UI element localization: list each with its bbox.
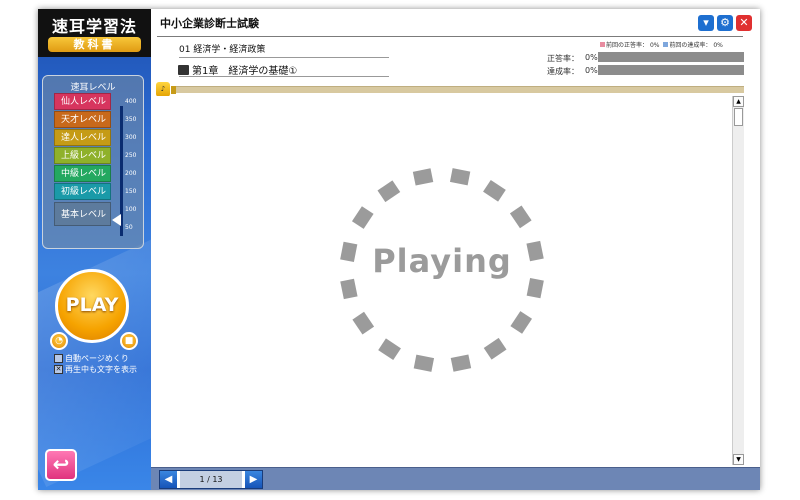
scale-tick: 250 bbox=[125, 152, 137, 159]
spinner-segment bbox=[526, 277, 544, 299]
playing-indicator: Playing bbox=[334, 162, 550, 378]
scale-tick: 350 bbox=[125, 116, 137, 123]
level-item-tensai[interactable]: 天才レベル bbox=[54, 111, 111, 128]
level-item-shokyuu[interactable]: 初級レベル bbox=[54, 183, 111, 200]
settings-button[interactable]: ⚙ bbox=[717, 15, 733, 31]
book-icon bbox=[178, 65, 189, 75]
level-item-joukyuu[interactable]: 上級レベル bbox=[54, 147, 111, 164]
arrow-left-icon: ◀ bbox=[164, 474, 173, 485]
playing-status: Playing bbox=[372, 242, 512, 280]
level-item-kihon[interactable]: 基本レベル bbox=[54, 202, 111, 226]
legend-prev-achieve-value: 0% bbox=[713, 42, 723, 49]
auto-page-checkbox[interactable]: 自動ページめくり bbox=[54, 353, 129, 364]
rewind-icon: ◔ bbox=[55, 336, 63, 346]
stop-button[interactable]: ■ bbox=[120, 332, 138, 350]
progress-knob[interactable] bbox=[171, 86, 176, 94]
scroll-thumb[interactable] bbox=[734, 108, 743, 126]
page-indicator: 1 / 13 bbox=[180, 471, 242, 488]
legend-swatch-achieve bbox=[663, 42, 669, 47]
scale-tick: 300 bbox=[125, 134, 137, 141]
prev-page-button[interactable]: ◀ bbox=[160, 471, 177, 488]
achieve-rate-value: 0% bbox=[585, 66, 598, 75]
level-item-sennin[interactable]: 仙人レベル bbox=[54, 93, 111, 110]
app-window: 速耳学習法 教科書 速耳レベル 仙人レベル 天才レベル 達人レベル 上級レベル … bbox=[38, 9, 760, 490]
checkbox-box-checked[interactable]: ✕ bbox=[54, 365, 63, 374]
legend-prev-correct: 前回の正答率： bbox=[606, 42, 649, 49]
logo-subtitle: 教科書 bbox=[48, 37, 141, 52]
spinner-segment bbox=[412, 168, 434, 186]
gear-icon: ⚙ bbox=[720, 16, 730, 29]
close-icon: ✕ bbox=[739, 16, 749, 29]
legend-swatch-correct bbox=[600, 42, 605, 47]
correct-rate-label: 正答率： bbox=[547, 54, 579, 63]
info-button[interactable]: ▾ bbox=[698, 15, 714, 31]
close-button[interactable]: ✕ bbox=[736, 15, 752, 31]
level-panel-title: 速耳レベル bbox=[70, 83, 116, 93]
legend-prev-correct-value: 0% bbox=[649, 42, 660, 49]
return-arrow-icon: ↩ bbox=[52, 452, 70, 476]
checkbox-box[interactable] bbox=[54, 354, 63, 363]
playback-progress[interactable] bbox=[171, 86, 744, 94]
spinner-segment bbox=[509, 205, 532, 229]
show-text-label: 再生中も文字を表示 bbox=[65, 365, 137, 374]
correct-rate-bar bbox=[598, 52, 744, 62]
spinner-segment bbox=[449, 168, 471, 186]
download-icon: ▾ bbox=[703, 16, 709, 29]
vertical-scrollbar[interactable]: ▲ ▼ bbox=[732, 96, 744, 465]
spinner-segment bbox=[483, 337, 507, 360]
subject-underline bbox=[179, 57, 389, 58]
scroll-up-button[interactable]: ▲ bbox=[733, 96, 744, 107]
achieve-rate-label: 達成率： bbox=[547, 67, 579, 76]
spinner-segment bbox=[378, 338, 401, 361]
sidebar: 速耳学習法 教科書 速耳レベル 仙人レベル 天才レベル 達人レベル 上級レベル … bbox=[38, 9, 151, 490]
audio-icon[interactable]: ♪ bbox=[156, 82, 170, 97]
legend-prev-achieve: 前回の達成率： bbox=[669, 42, 712, 49]
level-item-tatsujin[interactable]: 達人レベル bbox=[54, 129, 111, 146]
achieve-rate-bar bbox=[598, 65, 744, 75]
stop-icon: ■ bbox=[124, 336, 134, 346]
header-divider bbox=[157, 36, 743, 37]
back-button[interactable]: ↩ bbox=[45, 449, 77, 481]
app-logo: 速耳学習法 教科書 bbox=[38, 9, 151, 57]
level-pointer[interactable] bbox=[112, 214, 121, 226]
chapter-underline bbox=[179, 76, 389, 77]
rewind-button[interactable]: ◔ bbox=[50, 332, 68, 350]
page-navigator: ◀ 1 / 13 ▶ bbox=[159, 470, 263, 489]
exam-title: 中小企業診断士試験 bbox=[160, 17, 259, 30]
spinner-segment bbox=[377, 180, 401, 203]
spinner-segment bbox=[413, 354, 435, 372]
subject-title: 01 経済学・経済政策 bbox=[179, 45, 266, 55]
main-panel: 中小企業診断士試験 ▾ ⚙ ✕ 01 経済学・経済政策 第1章 経済学の基礎① … bbox=[151, 9, 760, 490]
spinner-segment bbox=[483, 179, 506, 202]
spinner-segment bbox=[510, 311, 533, 334]
scale-tick: 100 bbox=[125, 206, 137, 213]
spinner-segment bbox=[450, 354, 472, 372]
scale-tick: 150 bbox=[125, 188, 137, 195]
arrow-right-icon: ▶ bbox=[249, 474, 258, 485]
correct-rate-value: 0% bbox=[585, 53, 598, 62]
spinner-segment bbox=[351, 206, 374, 229]
spinner-segment bbox=[340, 278, 358, 300]
level-item-chuukyuu[interactable]: 中級レベル bbox=[54, 165, 111, 182]
scale-tick: 50 bbox=[125, 224, 133, 231]
play-button[interactable]: PLAY bbox=[55, 269, 129, 343]
scale-tick: 400 bbox=[125, 98, 137, 105]
level-panel: 速耳レベル 仙人レベル 天才レベル 達人レベル 上級レベル 中級レベル 初級レベ… bbox=[42, 75, 144, 249]
scroll-down-button[interactable]: ▼ bbox=[733, 454, 744, 465]
logo-title: 速耳学習法 bbox=[51, 17, 137, 36]
spinner-segment bbox=[352, 311, 375, 335]
footer-bar: ◀ 1 / 13 ▶ bbox=[151, 467, 760, 490]
show-text-checkbox[interactable]: ✕ 再生中も文字を表示 bbox=[54, 364, 137, 375]
chapter-title: 第1章 経済学の基礎① bbox=[178, 62, 297, 77]
stats-legend: 前回の正答率： 0% 前回の達成率： 0% bbox=[600, 40, 723, 49]
scale-tick: 200 bbox=[125, 170, 137, 177]
next-page-button[interactable]: ▶ bbox=[245, 471, 262, 488]
auto-page-label: 自動ページめくり bbox=[65, 354, 129, 363]
